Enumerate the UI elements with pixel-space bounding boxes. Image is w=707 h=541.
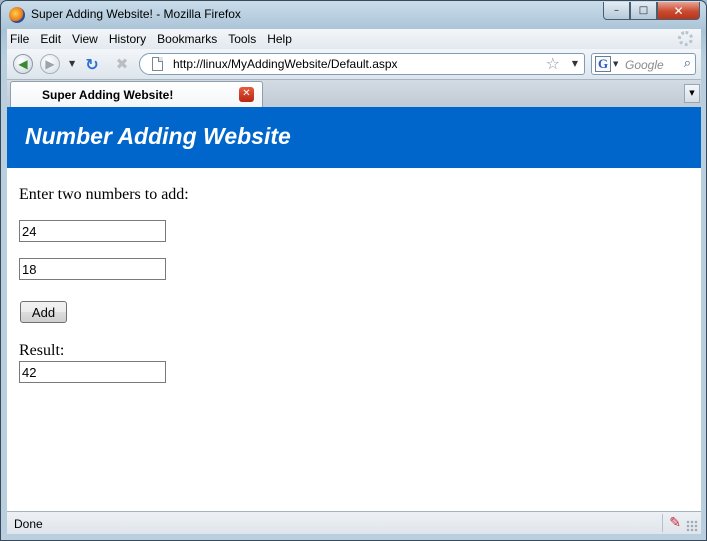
menu-file[interactable]: File (7, 32, 34, 46)
banner: Number Adding Website (7, 107, 701, 168)
search-engine-icon[interactable]: G (595, 56, 611, 72)
forward-button[interactable]: ▶ (40, 54, 60, 74)
menu-tools[interactable]: Tools (222, 32, 261, 46)
stop-button[interactable]: ✖ (112, 54, 132, 74)
resize-grip-icon[interactable] (686, 520, 698, 532)
search-input[interactable]: Google (625, 58, 664, 72)
search-icon[interactable]: ⌕ (684, 56, 691, 71)
url-dropdown-icon[interactable]: ▼ (572, 59, 578, 68)
status-divider (662, 514, 663, 532)
bookmark-star-icon[interactable]: ☆ (546, 54, 560, 73)
status-bar: Done ✎ (7, 511, 701, 534)
menu-history[interactable]: History (103, 32, 151, 46)
throbber-icon (678, 31, 693, 46)
tab-strip: Super Adding Website! ✕ ▼ (7, 79, 701, 107)
close-button[interactable]: ✕ (657, 2, 700, 20)
result-label: Result: (19, 342, 65, 359)
page-title: Number Adding Website (25, 123, 291, 149)
add-button[interactable]: Add (20, 301, 67, 323)
url-bar[interactable]: http://linux/MyAddingWebsite/Default.asp… (139, 53, 585, 75)
tab-label: Super Adding Website! (42, 88, 174, 102)
navigation-toolbar: ◀ ▶ ▼ ↻ ✖ http://linux/MyAddingWebsite/D… (7, 49, 701, 79)
title-bar: Super Adding Website! - Mozilla Firefox … (1, 1, 706, 29)
history-dropdown-icon[interactable]: ▼ (69, 59, 75, 68)
window-title: Super Adding Website! - Mozilla Firefox (31, 7, 241, 21)
menu-edit[interactable]: Edit (34, 32, 66, 46)
menu-view[interactable]: View (66, 32, 103, 46)
result-field[interactable] (19, 361, 166, 383)
first-number-input[interactable] (19, 220, 166, 242)
reload-button[interactable]: ↻ (82, 54, 102, 74)
url-input[interactable]: http://linux/MyAddingWebsite/Default.asp… (173, 57, 398, 71)
page-content: Number Adding Website Enter two numbers … (7, 107, 701, 511)
tab-close-icon[interactable]: ✕ (239, 87, 254, 102)
tab-super-adding-website[interactable]: Super Adding Website! ✕ (10, 81, 263, 107)
minimize-button[interactable]: – (603, 2, 630, 20)
firefox-icon (9, 7, 25, 23)
menu-bar: File Edit View History Bookmarks Tools H… (7, 29, 701, 49)
page-icon (152, 57, 163, 71)
browser-window: Super Adding Website! - Mozilla Firefox … (0, 0, 707, 541)
second-number-input[interactable] (19, 258, 166, 280)
menu-bookmarks[interactable]: Bookmarks (151, 32, 222, 46)
search-box[interactable]: G ▼ Google ⌕ (591, 53, 696, 75)
instructions-text: Enter two numbers to add: (19, 186, 189, 203)
tab-list-dropdown-icon[interactable]: ▼ (684, 84, 700, 103)
window-controls: – □ ✕ (603, 2, 700, 20)
menu-help[interactable]: Help (261, 32, 297, 46)
search-engine-dropdown-icon[interactable]: ▼ (613, 60, 618, 68)
status-text: Done (14, 517, 43, 531)
maximize-button[interactable]: □ (630, 2, 657, 20)
firebug-icon[interactable]: ✎ (669, 515, 681, 531)
back-button[interactable]: ◀ (13, 54, 33, 74)
